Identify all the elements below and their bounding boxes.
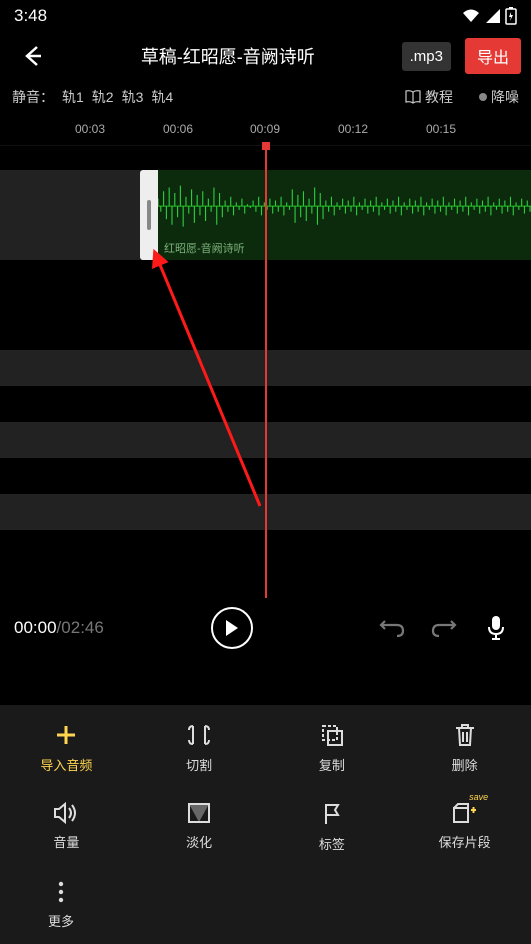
back-button[interactable]: [10, 43, 54, 69]
status-time: 3:48: [14, 6, 47, 26]
copy-label: 复制: [319, 755, 345, 774]
status-bar: 3:48: [0, 0, 531, 32]
save-clip-icon: [452, 802, 478, 824]
fade-button[interactable]: 淡化: [133, 802, 266, 853]
undo-icon: [379, 618, 405, 638]
trash-icon: [454, 723, 476, 747]
copy-button[interactable]: 复制: [266, 723, 399, 774]
play-icon: [224, 619, 240, 637]
signal-icon: [485, 8, 501, 24]
redo-button[interactable]: [423, 607, 465, 649]
export-button[interactable]: 导出: [465, 38, 521, 74]
transport-bar: 00:00 / 02:46: [0, 598, 531, 658]
save-badge: save: [469, 792, 488, 802]
battery-icon: [505, 7, 517, 25]
tag-button[interactable]: 标签: [266, 802, 399, 853]
tool-panel: 导入音频 切割 复制 删除 音量 淡化 标签 save 保存片段: [0, 705, 531, 944]
format-badge[interactable]: .mp3: [402, 42, 451, 71]
tutorial-label: 教程: [425, 87, 453, 107]
waveform-icon: [158, 180, 531, 232]
delete-label: 删除: [452, 755, 478, 774]
more-button[interactable]: 更多: [36, 881, 86, 930]
cut-button[interactable]: 切割: [133, 723, 266, 774]
volume-button[interactable]: 音量: [0, 802, 133, 853]
copy-icon: [320, 723, 344, 747]
fade-label: 淡化: [186, 832, 212, 851]
plus-icon: [54, 723, 78, 747]
flag-icon: [322, 802, 342, 826]
denoise-button[interactable]: 降噪: [479, 87, 519, 107]
ruler-tick: 00:12: [338, 122, 368, 136]
book-icon: [405, 90, 421, 104]
volume-icon: [53, 802, 79, 824]
clip-body[interactable]: 红昭愿-音阙诗听: [158, 170, 531, 260]
tag-label: 标签: [319, 834, 345, 853]
import-label: 导入音频: [40, 755, 92, 774]
more-icon: [58, 881, 64, 903]
undo-button[interactable]: [371, 607, 413, 649]
clip-left-handle[interactable]: [140, 170, 158, 260]
denoise-label: 降噪: [491, 87, 519, 107]
audio-clip[interactable]: 红昭愿-音阙诗听: [140, 170, 531, 260]
playhead[interactable]: [265, 146, 267, 598]
track-toggle-2[interactable]: 轨2: [92, 87, 114, 107]
cut-icon: [187, 723, 211, 747]
fade-icon: [187, 802, 211, 824]
project-title: 草稿-红昭愿-音阙诗听: [62, 43, 394, 69]
status-icons: [461, 7, 517, 25]
ruler-tick: 00:06: [163, 122, 193, 136]
redo-icon: [431, 618, 457, 638]
denoise-dot-icon: [479, 93, 487, 101]
ruler-tick: 00:03: [75, 122, 105, 136]
track-options-row: 静音： 轨1 轨2 轨3 轨4 教程 降噪: [0, 80, 531, 114]
track-toggle-4[interactable]: 轨4: [151, 87, 173, 107]
ruler-tick: 00:15: [426, 122, 456, 136]
more-label: 更多: [48, 911, 74, 930]
play-button[interactable]: [211, 607, 253, 649]
time-current: 00:00: [14, 618, 57, 638]
ruler-tick: 00:09: [250, 122, 280, 136]
mute-label: 静音：: [12, 87, 54, 107]
wifi-icon: [461, 8, 481, 24]
clip-label: 红昭愿-音阙诗听: [164, 240, 245, 256]
cut-label: 切割: [186, 755, 212, 774]
tutorial-button[interactable]: 教程: [405, 87, 453, 107]
save-clip-label: 保存片段: [439, 832, 491, 851]
back-arrow-icon: [19, 43, 45, 69]
volume-label: 音量: [53, 832, 79, 851]
delete-button[interactable]: 删除: [398, 723, 531, 774]
save-clip-button[interactable]: save 保存片段: [398, 802, 531, 853]
mic-icon: [486, 615, 506, 641]
header: 草稿-红昭愿-音阙诗听 .mp3 导出: [0, 32, 531, 80]
import-audio-button[interactable]: 导入音频: [0, 723, 133, 774]
annotation-arrow: [140, 246, 280, 526]
timeline[interactable]: 红昭愿-音阙诗听: [0, 146, 531, 598]
track-toggle-1[interactable]: 轨1: [62, 87, 84, 107]
track-toggle-3[interactable]: 轨3: [122, 87, 144, 107]
time-total: 02:46: [61, 618, 104, 638]
record-button[interactable]: [475, 607, 517, 649]
